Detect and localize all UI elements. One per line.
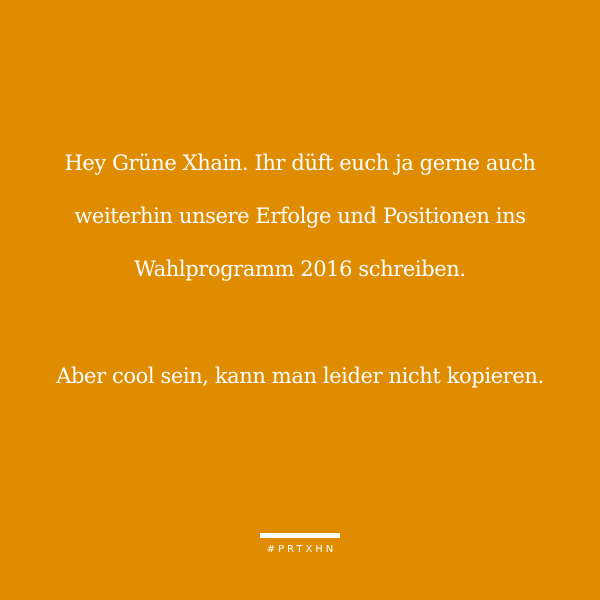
hashtag-label: #PRTXHN	[266, 544, 337, 555]
quote-line: Aber cool sein, kann man leider nicht ko…	[56, 364, 544, 388]
footer: #PRTXHN	[0, 533, 600, 555]
divider-bar	[260, 533, 340, 538]
quote-line: weiterhin unsere Erfolge und Positionen …	[74, 204, 526, 228]
quote-line: Wahlprogramm 2016 schreiben.	[134, 257, 466, 281]
quote-line: Hey Grüne Xhain. Ihr düft euch ja gerne …	[64, 151, 536, 175]
quote-text: Hey Grüne Xhain. Ihr düft euch ja gerne …	[0, 143, 600, 409]
